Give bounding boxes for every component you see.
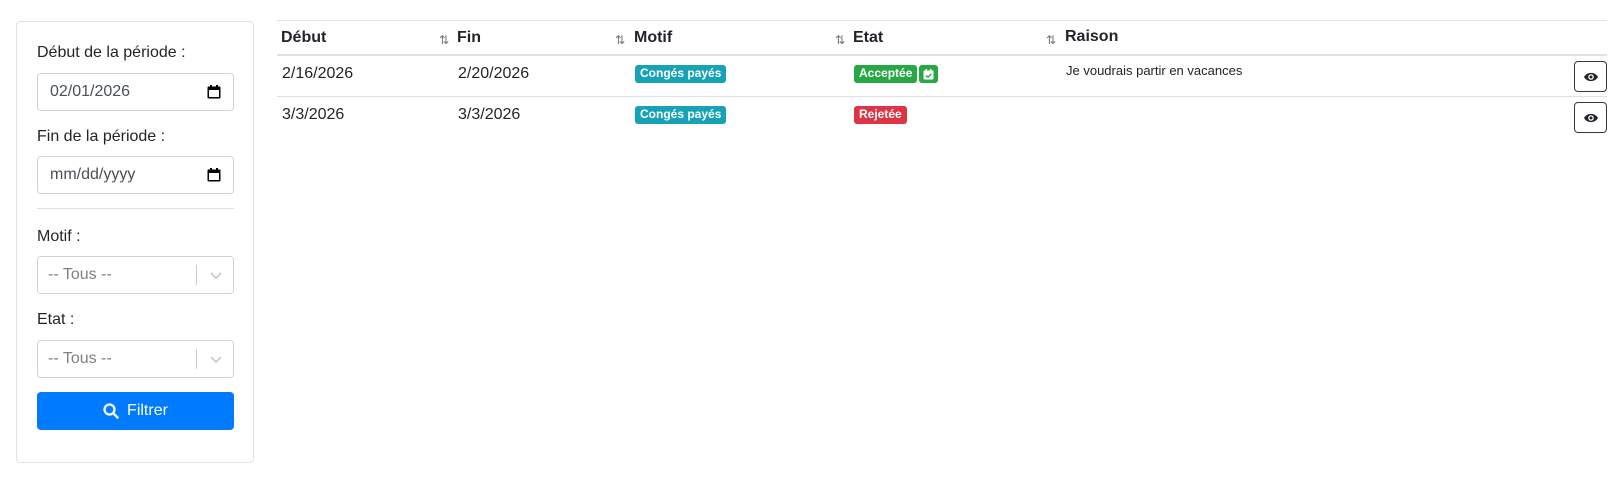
- view-button[interactable]: [1574, 61, 1607, 92]
- filter-panel: Début de la période : 02/01/2026 Fin de …: [16, 21, 254, 463]
- period-end-input[interactable]: mm/dd/yyyy: [37, 156, 234, 194]
- eye-icon: [1583, 72, 1598, 81]
- period-end-placeholder: mm/dd/yyyy: [50, 166, 136, 183]
- table-header: Début ⇅ Fin ⇅ Motif ⇅ Etat ⇅ Raison: [277, 20, 1607, 56]
- cell-fin: 3/3/2026: [458, 106, 521, 123]
- status-badge: Acceptée: [854, 65, 918, 83]
- view-button[interactable]: [1574, 102, 1607, 133]
- table-row: 2/16/2026 2/20/2026 Congés payés Accepté…: [277, 56, 1607, 97]
- chevron-down-icon[interactable]: [209, 352, 223, 366]
- header-fin[interactable]: Fin: [457, 29, 481, 47]
- period-start-value: 02/01/2026: [50, 83, 131, 100]
- cell-raison: Je voudrais partir en vacances: [1066, 63, 1243, 78]
- filter-button-label: Filtrer: [127, 402, 168, 419]
- motif-select-value: -- Tous --: [48, 266, 112, 283]
- status-badge: Rejetée: [854, 106, 907, 124]
- header-etat[interactable]: Etat: [853, 29, 883, 47]
- cell-debut: 2/16/2026: [282, 65, 354, 82]
- calendar-check-icon: [919, 65, 938, 83]
- eye-icon: [1583, 113, 1598, 122]
- sort-icon[interactable]: ⇅: [835, 33, 845, 47]
- period-start-input[interactable]: 02/01/2026: [37, 73, 234, 111]
- motif-select[interactable]: -- Tous --: [37, 256, 234, 294]
- leave-requests-table: Début ⇅ Fin ⇅ Motif ⇅ Etat ⇅ Raison 2/16…: [277, 20, 1607, 138]
- select-separator: [196, 349, 197, 369]
- etat-select-value: -- Tous --: [48, 350, 112, 367]
- sort-icon[interactable]: ⇅: [439, 33, 449, 47]
- motif-badge: Congés payés: [635, 65, 727, 83]
- filter-divider: [37, 208, 234, 209]
- table-row: 3/3/2026 3/3/2026 Congés payés Rejetée: [277, 97, 1607, 138]
- etat-label: Etat :: [37, 311, 75, 328]
- header-debut[interactable]: Début: [281, 29, 326, 47]
- etat-select[interactable]: -- Tous --: [37, 340, 234, 378]
- filter-button[interactable]: Filtrer: [37, 392, 234, 430]
- select-separator: [196, 265, 197, 285]
- search-icon: [103, 403, 119, 419]
- chevron-down-icon[interactable]: [209, 268, 223, 282]
- header-raison: Raison: [1065, 28, 1119, 45]
- cell-debut: 3/3/2026: [282, 106, 345, 123]
- sort-icon[interactable]: ⇅: [615, 33, 625, 47]
- period-end-label: Fin de la période :: [37, 128, 166, 145]
- calendar-icon[interactable]: [207, 168, 221, 182]
- period-start-label: Début de la période :: [37, 44, 186, 61]
- header-motif[interactable]: Motif: [634, 29, 672, 47]
- motif-badge: Congés payés: [635, 106, 727, 124]
- motif-label: Motif :: [37, 228, 81, 245]
- cell-fin: 2/20/2026: [458, 65, 530, 82]
- calendar-icon[interactable]: [207, 85, 221, 99]
- sort-icon[interactable]: ⇅: [1046, 33, 1056, 47]
